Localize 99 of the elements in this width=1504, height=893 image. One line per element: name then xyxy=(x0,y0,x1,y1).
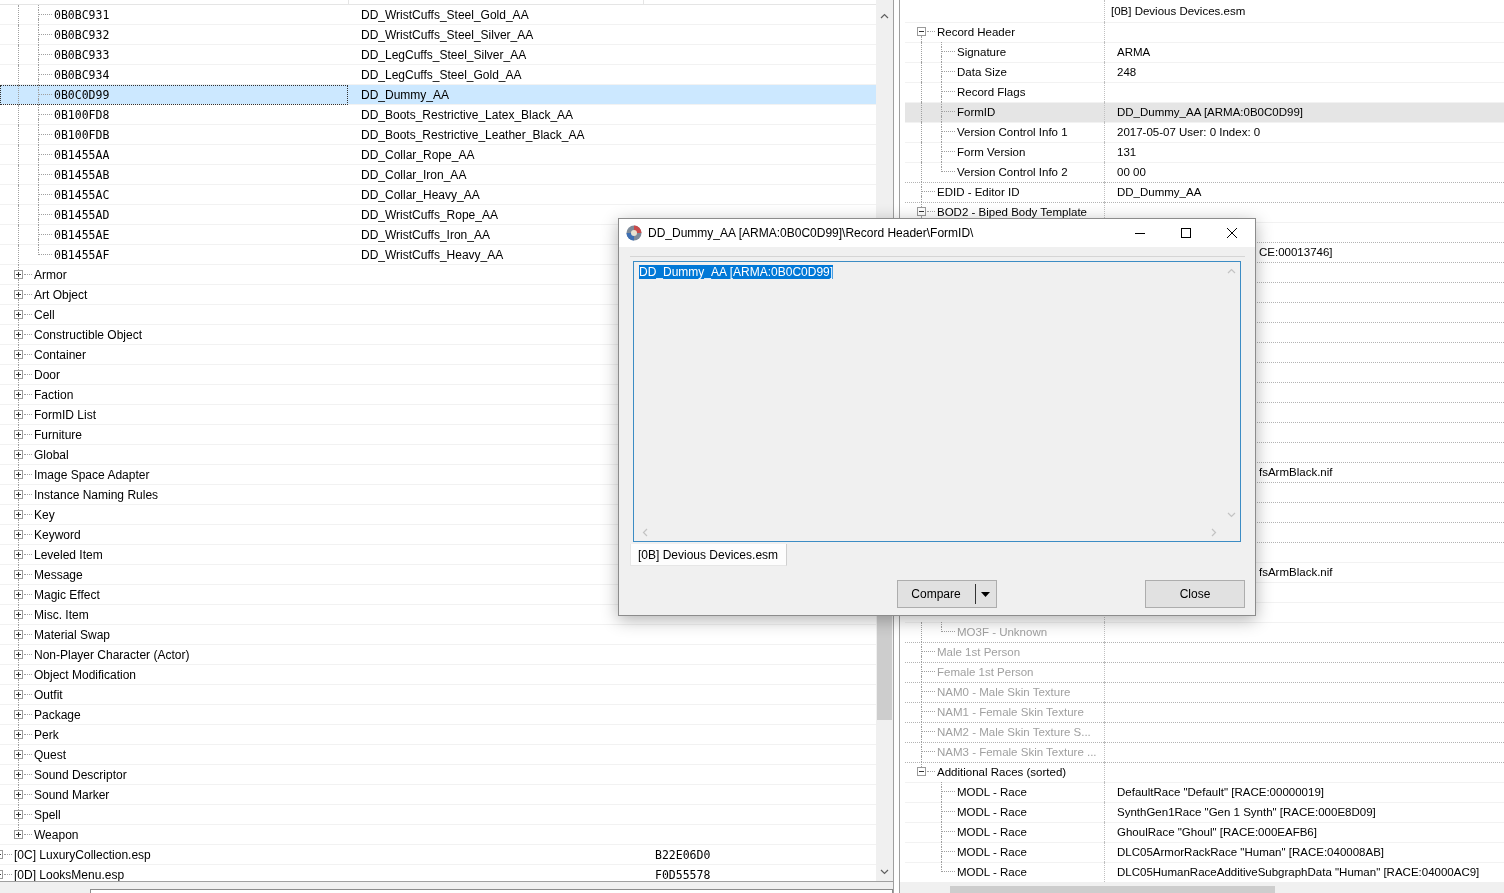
field-value: DD_Dummy_AA xyxy=(1117,186,1202,198)
field-value: 00 00 xyxy=(1117,166,1146,178)
table-cell: DD_Collar_Heavy_AA xyxy=(361,188,480,202)
tree-label: Magic Effect xyxy=(34,588,100,602)
tree-label: Quest xyxy=(34,748,66,762)
field-label: Record Flags xyxy=(957,86,1026,98)
table-cell: DD_WristCuffs_Iron_AA xyxy=(361,228,490,242)
table-cell: DD_Dummy_AA xyxy=(361,88,450,102)
selected-text: DD_Dummy_AA [ARMA:0B0C0D99] xyxy=(639,265,834,279)
field-label: MODL - Race xyxy=(957,786,1027,798)
table-cell: F0D55578 xyxy=(655,868,711,881)
field-label: Additional Races (sorted) xyxy=(937,766,1067,778)
table-cell: DD_WristCuffs_Steel_Gold_AA xyxy=(361,8,529,22)
tree-label: Outfit xyxy=(34,688,63,702)
field-value: CE:00013746] xyxy=(1259,246,1333,258)
field-label: NAM0 - Male Skin Texture xyxy=(937,686,1071,698)
field-value: DLC05ArmorRackRace "Human" [RACE:040008AB] xyxy=(1117,846,1385,858)
field-value: GhoulRace "Ghoul" [RACE:000EAFB6] xyxy=(1117,826,1317,838)
tree-label: Key xyxy=(34,508,55,522)
tree-label: 0B1455AE xyxy=(54,228,110,242)
table-cell: DD_Boots_Restrictive_Leather_Black_AA xyxy=(361,128,585,142)
tree-label: 0B100FDB xyxy=(54,128,110,142)
tree-label: Sound Marker xyxy=(34,788,110,802)
tree-label: FormID List xyxy=(34,408,96,422)
field-label: MODL - Race xyxy=(957,806,1027,818)
field-value: 131 xyxy=(1117,146,1137,158)
tree-label: [0D] LooksMenu.esp xyxy=(14,868,125,881)
tree-label: Sound Descriptor xyxy=(34,768,127,782)
field-label: NAM1 - Female Skin Texture xyxy=(937,706,1084,718)
tree-label: Package xyxy=(34,708,81,722)
tree-label: Keyword xyxy=(34,528,81,542)
tree-label: Cell xyxy=(34,308,55,322)
tree-label: Object Modification xyxy=(34,668,137,682)
tree-label: 0B0BC934 xyxy=(54,68,110,82)
tree-label: Image Space Adapter xyxy=(34,468,150,482)
tree-label: Armor xyxy=(34,268,67,282)
tree-label: Weapon xyxy=(34,828,79,842)
field-label: FormID xyxy=(957,106,996,118)
table-cell: DD_LegCuffs_Steel_Silver_AA xyxy=(361,48,527,62)
table-cell: DD_WristCuffs_Rope_AA xyxy=(361,208,498,222)
tree-label: Constructible Object xyxy=(34,328,143,342)
field-label: Version Control Info 2 xyxy=(957,166,1068,178)
field-value: DD_Dummy_AA [ARMA:0B0C0D99] xyxy=(1117,106,1303,118)
tree-label: [0C] LuxuryCollection.esp xyxy=(14,848,151,862)
table-cell: DD_LegCuffs_Steel_Gold_AA xyxy=(361,68,522,82)
column-header: [0B] Devious Devices.esm xyxy=(1111,5,1246,17)
tree-label: Non-Player Character (Actor) xyxy=(34,648,190,662)
table-cell: B22E06D0 xyxy=(655,848,711,862)
tree-label: Perk xyxy=(34,728,59,742)
tree-label: 0B1455AD xyxy=(54,208,110,222)
tree-label: Global xyxy=(34,448,69,462)
tree-label: 0B0BC932 xyxy=(54,28,110,42)
field-label: NAM2 - Male Skin Texture S... xyxy=(937,726,1091,738)
field-label: Version Control Info 1 xyxy=(957,126,1068,138)
tree-label: Furniture xyxy=(34,428,83,442)
field-value: fsArmBlack.nif xyxy=(1259,466,1333,478)
table-cell: DD_Collar_Iron_AA xyxy=(361,168,467,182)
field-value: DefaultRace "Default" [RACE:00000019] xyxy=(1117,786,1324,798)
field-label: Record Header xyxy=(937,26,1015,38)
field-label: Male 1st Person xyxy=(937,646,1021,658)
field-value: SynthGen1Race "Gen 1 Synth" [RACE:000E8D09] xyxy=(1117,806,1376,818)
field-label: Form Version xyxy=(957,146,1026,158)
table-cell: DD_Boots_Restrictive_Latex_Black_AA xyxy=(361,108,574,122)
field-label: Signature xyxy=(957,46,1007,58)
tree-label: Material Swap xyxy=(34,628,111,642)
tree-label: Door xyxy=(34,368,60,382)
tree-label: Misc. Item xyxy=(34,608,89,622)
field-value: ARMA xyxy=(1117,46,1151,58)
tree-label: 0B0C0D99 xyxy=(54,88,110,102)
tree-label: Message xyxy=(34,568,83,582)
field-label: BOD2 - Biped Body Template xyxy=(937,206,1087,218)
table-cell: DD_WristCuffs_Heavy_AA xyxy=(361,248,504,262)
table-cell: DD_Collar_Rope_AA xyxy=(361,148,475,162)
field-value: 2017-05-07 User: 0 Index: 0 xyxy=(1117,126,1261,138)
tree-label: Container xyxy=(34,348,87,362)
tree-label: 0B1455AA xyxy=(54,148,110,162)
tree-label: Art Object xyxy=(34,288,88,302)
tree-label: Faction xyxy=(34,388,74,402)
field-value: DLC05HumanRaceAdditiveSubgraphData "Human" [RACE:04000AC9] xyxy=(1117,866,1480,878)
tree-label: 0B1455AC xyxy=(54,188,110,202)
field-label: Female 1st Person xyxy=(937,666,1034,678)
tree-label: Spell xyxy=(34,808,61,822)
field-label: MO3F - Unknown xyxy=(957,626,1048,638)
tree-label: Instance Naming Rules xyxy=(34,488,159,502)
field-label: MODL - Race xyxy=(957,866,1027,878)
field-value: fsArmBlack.nif xyxy=(1259,566,1333,578)
field-label: NAM3 - Female Skin Texture ... xyxy=(937,746,1097,758)
field-label: MODL - Race xyxy=(957,826,1027,838)
table-cell: DD_WristCuffs_Steel_Silver_AA xyxy=(361,28,534,42)
field-value: 248 xyxy=(1117,66,1137,78)
field-label: Data Size xyxy=(957,66,1007,78)
field-label: MODL - Race xyxy=(957,846,1027,858)
field-label: EDID - Editor ID xyxy=(937,186,1020,198)
tree-label: Leveled Item xyxy=(34,548,103,562)
tree-label: 0B0BC933 xyxy=(54,48,110,62)
tree-label: 0B100FD8 xyxy=(54,108,110,122)
tree-label: 0B1455AB xyxy=(54,168,110,182)
tree-label: 0B1455AF xyxy=(54,248,110,262)
tree-label: 0B0BC931 xyxy=(54,8,110,22)
